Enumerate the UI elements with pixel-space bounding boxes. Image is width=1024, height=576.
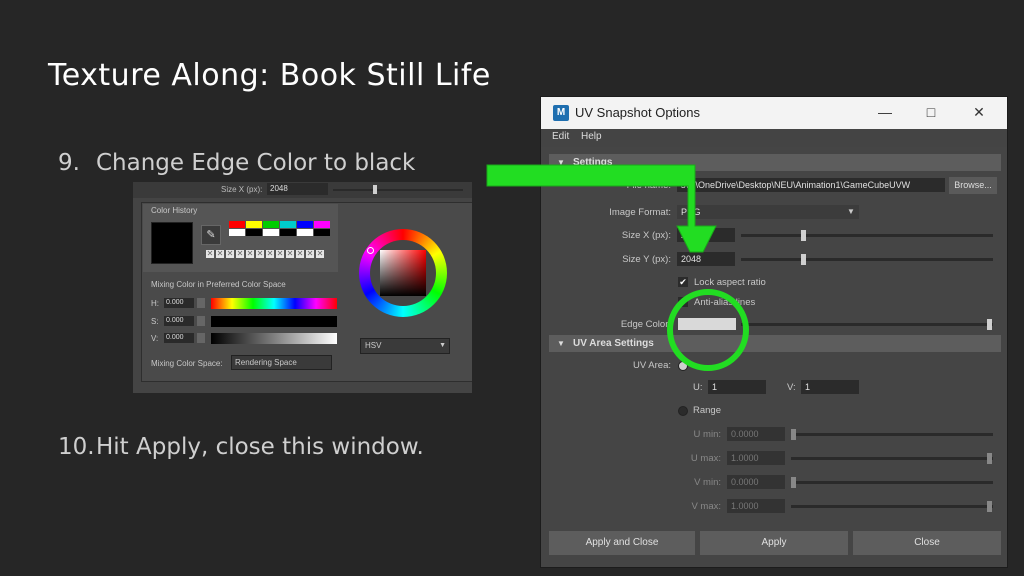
annotation-circle xyxy=(667,289,749,371)
annotation-overlay xyxy=(486,164,749,371)
annotation-arrow xyxy=(486,164,717,253)
